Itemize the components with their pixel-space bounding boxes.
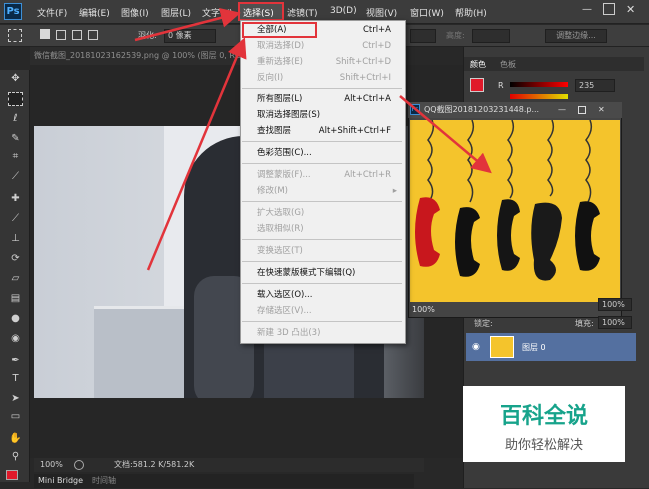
watermark-logo: 百科全说 助你轻松解决 [463, 386, 625, 462]
arrow-to-select-all [146, 37, 247, 271]
watermark-title: 百科全说 [499, 404, 588, 429]
arrow-to-image [399, 95, 492, 174]
watermark-subtitle: 助你轻松解决 [504, 438, 583, 453]
arrow-to-select-menu [134, 8, 241, 42]
